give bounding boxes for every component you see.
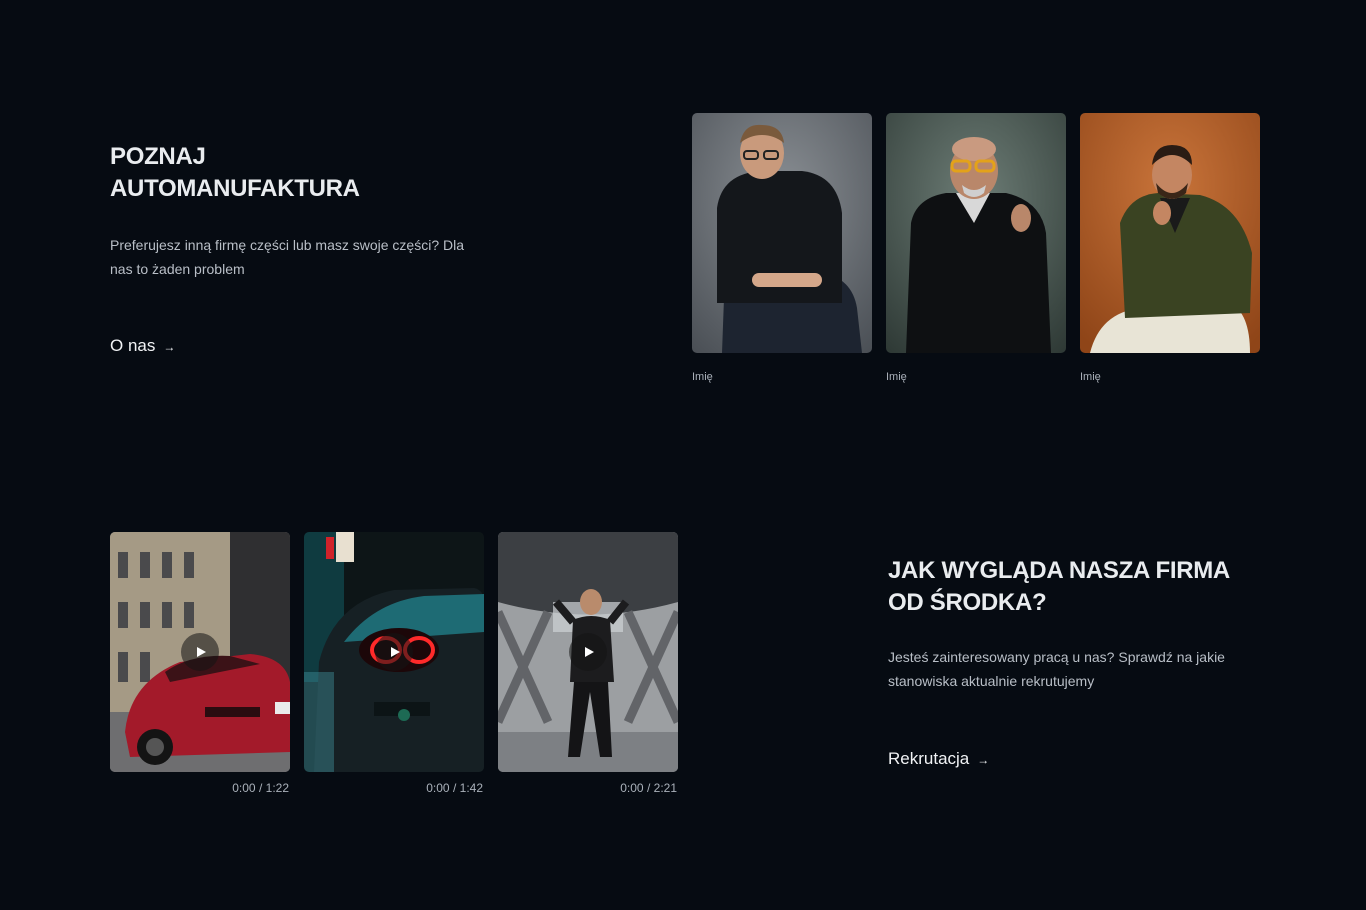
team-member-card[interactable]: Imię: [692, 113, 872, 384]
video-duration: 1:42: [459, 781, 483, 795]
about-link-label: O nas: [110, 336, 156, 355]
careers-description: Jesteś zainteresowany pracą u nas? Spraw…: [888, 649, 1225, 689]
video-duration: 2:21: [653, 781, 677, 795]
about-heading: POZNAJ AUTOMANUFAKTURA: [110, 141, 480, 205]
team-member-photo: [1080, 113, 1260, 353]
play-button[interactable]: [375, 633, 413, 671]
careers-link[interactable]: Rekrutacja →: [888, 749, 989, 769]
careers-heading-line1: JAK WYGLĄDA NASZA FIRMA: [888, 557, 1230, 584]
video-time-separator: /: [646, 781, 651, 795]
video-card: 0:00 / 1:42: [304, 532, 484, 795]
careers-heading: JAK WYGLĄDA NASZA FIRMA OD ŚRODKA?: [888, 555, 1268, 619]
video-card: 0:00 / 2:21: [498, 532, 678, 795]
video-player[interactable]: [304, 532, 484, 772]
careers-heading-line2: OD ŚRODKA?: [888, 589, 1047, 616]
video-current-time: 0:00: [426, 781, 450, 795]
video-player[interactable]: [498, 532, 678, 772]
video-time-separator: /: [258, 781, 263, 795]
careers-section: JAK WYGLĄDA NASZA FIRMA OD ŚRODKA? Jeste…: [888, 555, 1268, 768]
play-button[interactable]: [569, 633, 607, 671]
video-current-time: 0:00: [620, 781, 644, 795]
about-section: POZNAJ AUTOMANUFAKTURA Preferujesz inną …: [110, 141, 480, 355]
careers-link-label: Rekrutacja: [888, 749, 970, 768]
video-time: 0:00 / 2:21: [498, 781, 678, 795]
play-icon: [196, 647, 206, 657]
page: POZNAJ AUTOMANUFAKTURA Preferujesz inną …: [0, 0, 1366, 910]
play-button[interactable]: [181, 633, 219, 671]
team-member-photo: [692, 113, 872, 353]
video-time: 0:00 / 1:42: [304, 781, 484, 795]
video-current-time: 0:00: [232, 781, 256, 795]
team-member-name: Imię: [886, 371, 907, 383]
about-link[interactable]: O nas →: [110, 336, 175, 356]
video-time-separator: /: [452, 781, 457, 795]
video-player[interactable]: [110, 532, 290, 772]
team-member-card[interactable]: Imię: [1080, 113, 1260, 384]
about-description: Preferujesz inną firmę części lub masz s…: [110, 237, 465, 277]
team-member-name: Imię: [692, 371, 713, 383]
video-card: 0:00 / 1:22: [110, 532, 290, 795]
video-gallery: 0:00 / 1:22 0:00 / 1:42 0:00 / 2:21: [110, 532, 678, 795]
team-member-photo: [886, 113, 1066, 353]
team-member-name: Imię: [1080, 371, 1101, 383]
arrow-right-icon: →: [977, 752, 990, 767]
play-icon: [584, 647, 594, 657]
arrow-right-icon: →: [163, 339, 176, 354]
about-heading-line2: AUTOMANUFAKTURA: [110, 175, 360, 202]
about-heading-line1: POZNAJ: [110, 143, 206, 170]
team-gallery: Imię Imię Imię: [692, 113, 1260, 384]
video-time: 0:00 / 1:22: [110, 781, 290, 795]
team-member-card[interactable]: Imię: [886, 113, 1066, 384]
play-icon: [390, 647, 400, 657]
video-duration: 1:22: [265, 781, 289, 795]
